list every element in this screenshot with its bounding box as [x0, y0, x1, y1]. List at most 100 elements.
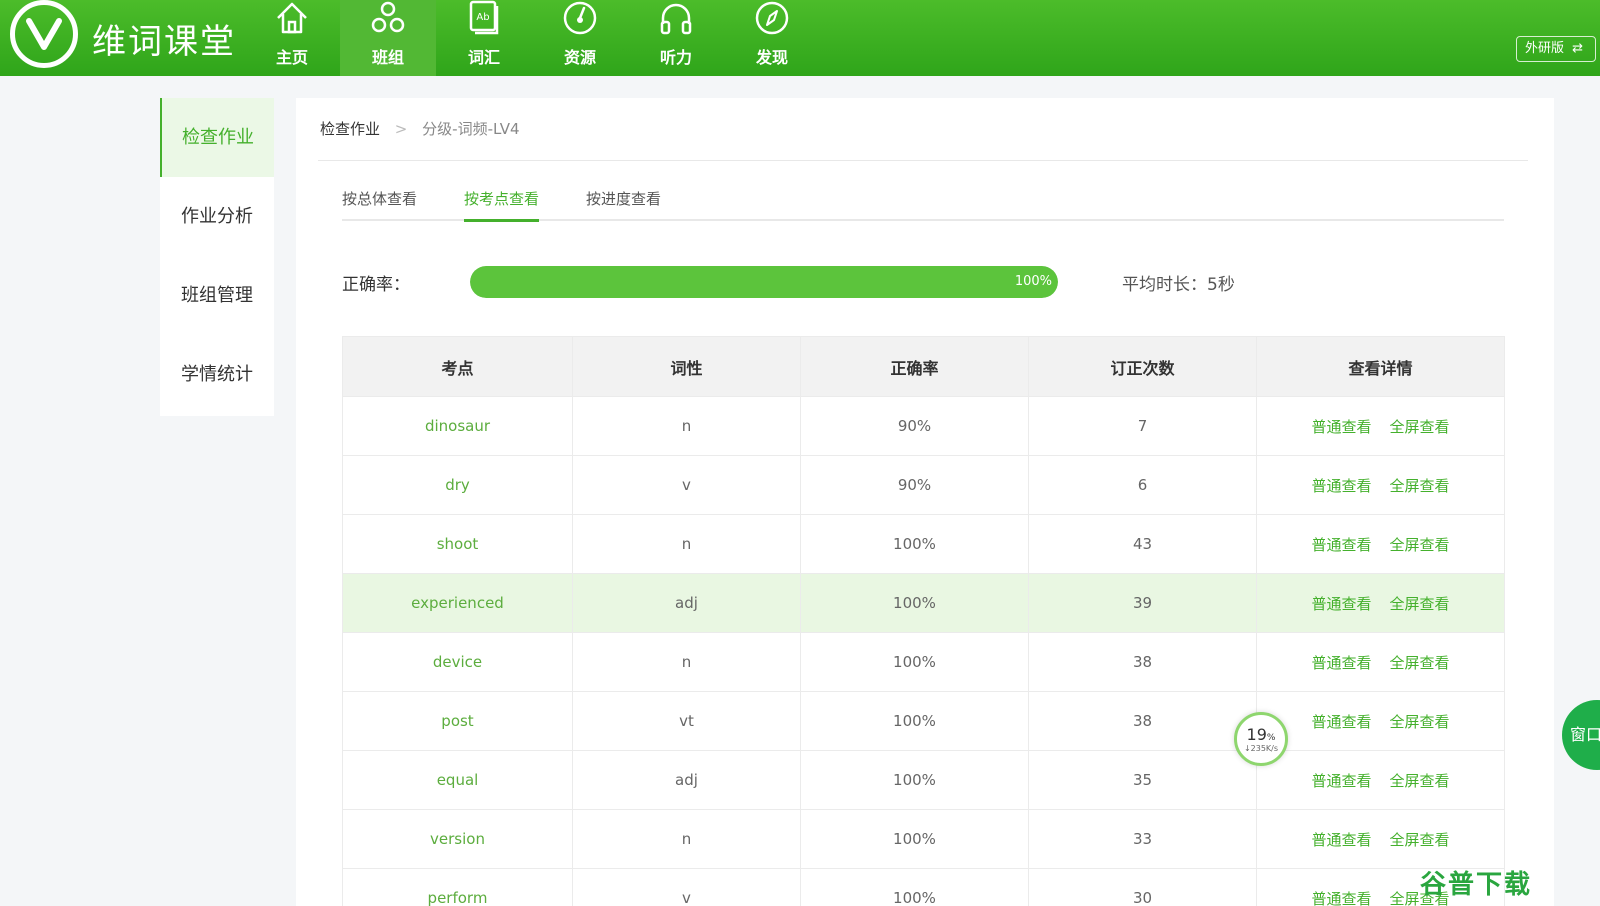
cell-actions: 普通查看 全屏查看 — [1256, 691, 1505, 751]
compass-icon — [755, 1, 789, 35]
nav-label: 主页 — [275, 48, 308, 67]
nav-item-home[interactable]: 主页 — [244, 0, 340, 76]
cell-actions: 普通查看 全屏查看 — [1256, 750, 1505, 810]
table-row: device n 100% 38 普通查看 全屏查看 — [342, 632, 1505, 692]
progress-text: 100% — [1014, 274, 1052, 289]
cell-actions: 普通查看 全屏查看 — [1256, 396, 1505, 456]
nav-label: 听力 — [659, 48, 692, 67]
cell-actions: 普通查看 全屏查看 — [1256, 809, 1505, 869]
chevron-right-icon: > — [394, 120, 408, 138]
cell-rate: 100% — [800, 514, 1029, 574]
normal-view-link[interactable]: 普通查看 — [1311, 772, 1371, 790]
cell-word: perform — [342, 868, 573, 906]
cell-rate: 100% — [800, 750, 1029, 810]
tab-by-point[interactable]: 按考点查看 — [464, 188, 540, 222]
table-row: perform v 100% 30 普通查看 全屏查看 — [342, 868, 1505, 906]
normal-view-link[interactable]: 普通查看 — [1311, 654, 1371, 672]
table-row: equal adj 100% 35 普通查看 全屏查看 — [342, 750, 1505, 810]
fullscreen-view-link[interactable]: 全屏查看 — [1390, 595, 1450, 613]
cell-actions: 普通查看 全屏查看 — [1256, 514, 1505, 574]
cell-corrections: 6 — [1028, 455, 1257, 515]
cell-corrections: 35 — [1028, 750, 1257, 810]
headphones-icon — [660, 3, 692, 35]
cell-word: equal — [342, 750, 573, 810]
normal-view-link[interactable]: 普通查看 — [1311, 713, 1371, 731]
cell-rate: 100% — [800, 691, 1029, 751]
cell-rate: 100% — [800, 632, 1029, 692]
nav-label: 词汇 — [467, 48, 500, 67]
breadcrumb-root[interactable]: 检查作业 — [320, 120, 380, 138]
cell-corrections: 30 — [1028, 868, 1257, 906]
breadcrumb-current: 分级-词频-LV4 — [422, 120, 520, 138]
sidebar-item-homework-analysis[interactable]: 作业分析 — [160, 177, 274, 256]
nav-item-resources[interactable]: 资源 — [532, 0, 628, 76]
accuracy-label: 正确率： — [342, 275, 410, 295]
cell-actions: 普通查看 全屏查看 — [1256, 573, 1505, 633]
table-header-row: 考点 词性 正确率 订正次数 查看详情 — [342, 336, 1505, 397]
fullscreen-view-link[interactable]: 全屏查看 — [1390, 477, 1450, 495]
download-speed-widget[interactable]: 19% ↓235K/s — [1234, 712, 1288, 766]
fullscreen-view-link[interactable]: 全屏查看 — [1390, 831, 1450, 849]
cell-word: device — [342, 632, 573, 692]
sidebar-item-group-management[interactable]: 班组管理 — [160, 256, 274, 335]
nav-item-listening[interactable]: 听力 — [628, 0, 724, 76]
resource-dial-icon — [563, 1, 597, 35]
vocabulary-book-icon: Ab — [469, 0, 499, 35]
table-row: experienced adj 100% 39 普通查看 全屏查看 — [342, 573, 1505, 633]
home-icon — [277, 2, 307, 34]
cell-actions: 普通查看 全屏查看 — [1256, 455, 1505, 515]
normal-view-link[interactable]: 普通查看 — [1311, 595, 1371, 613]
top-navigation-bar: 维词课堂 主页 班组 Ab 词汇 资源 听力 发现 外研版 ⇄ — [0, 0, 1600, 76]
cell-pos: adj — [572, 750, 801, 810]
divider — [318, 160, 1528, 161]
fullscreen-view-link[interactable]: 全屏查看 — [1390, 536, 1450, 554]
average-time: 平均时长：5秒 — [1122, 275, 1235, 295]
watermark: 谷普下载 — [1420, 870, 1533, 900]
logo-icon[interactable] — [10, 0, 78, 68]
cell-corrections: 7 — [1028, 396, 1257, 456]
column-header: 考点 — [342, 336, 573, 397]
speed-rate: ↓235K/s — [1243, 744, 1279, 753]
normal-view-link[interactable]: 普通查看 — [1311, 831, 1371, 849]
table-row: post vt 100% 38 普通查看 全屏查看 — [342, 691, 1505, 751]
column-header: 订正次数 — [1028, 336, 1257, 397]
table-row: shoot n 100% 43 普通查看 全屏查看 — [342, 514, 1505, 574]
table-body: dinosaur n 90% 7 普通查看 全屏查看 dry v 90% 6 普通查看 全屏查看 sho… — [342, 396, 1505, 906]
group-icon — [371, 1, 405, 33]
svg-text:Ab: Ab — [476, 12, 489, 23]
nav-item-vocabulary[interactable]: Ab 词汇 — [436, 0, 532, 76]
fullscreen-view-link[interactable]: 全屏查看 — [1390, 772, 1450, 790]
swap-icon: ⇄ — [1572, 41, 1584, 56]
column-header: 查看详情 — [1256, 336, 1505, 397]
cell-word: experienced — [342, 573, 573, 633]
fullscreen-view-link[interactable]: 全屏查看 — [1390, 654, 1450, 672]
cell-word: dry — [342, 455, 573, 515]
normal-view-link[interactable]: 普通查看 — [1311, 536, 1371, 554]
normal-view-link[interactable]: 普通查看 — [1311, 890, 1371, 906]
normal-view-link[interactable]: 普通查看 — [1311, 477, 1371, 495]
table-row: dinosaur n 90% 7 普通查看 全屏查看 — [342, 396, 1505, 456]
column-header: 词性 — [572, 336, 801, 397]
sidebar-item-check-homework[interactable]: 检查作业 — [160, 98, 274, 177]
sidebar: 检查作业 作业分析 班组管理 学情统计 — [160, 98, 274, 416]
tab-by-progress[interactable]: 按进度查看 — [586, 188, 661, 219]
window-float-button[interactable]: 窗口 — [1562, 700, 1600, 770]
sidebar-item-learning-stats[interactable]: 学情统计 — [160, 335, 274, 414]
breadcrumb: 检查作业 > 分级-词频-LV4 — [320, 118, 520, 139]
edition-switch-button[interactable]: 外研版 ⇄ — [1516, 36, 1596, 62]
nav-item-group[interactable]: 班组 — [340, 0, 436, 76]
cell-corrections: 38 — [1028, 691, 1257, 751]
results-table: 考点 词性 正确率 订正次数 查看详情 dinosaur n 90% 7 普通查看 全屏查… — [342, 336, 1505, 906]
brand-name: 维词课堂 — [92, 22, 236, 62]
cell-pos: v — [572, 868, 801, 906]
normal-view-link[interactable]: 普通查看 — [1311, 418, 1371, 436]
speed-percent: 19 — [1246, 725, 1267, 744]
cell-corrections: 39 — [1028, 573, 1257, 633]
tab-overall[interactable]: 按总体查看 — [342, 188, 417, 219]
cell-rate: 90% — [800, 455, 1029, 515]
cell-pos: n — [572, 514, 801, 574]
nav-label: 资源 — [563, 48, 596, 67]
nav-item-discover[interactable]: 发现 — [724, 0, 820, 76]
fullscreen-view-link[interactable]: 全屏查看 — [1390, 418, 1450, 436]
fullscreen-view-link[interactable]: 全屏查看 — [1390, 713, 1450, 731]
